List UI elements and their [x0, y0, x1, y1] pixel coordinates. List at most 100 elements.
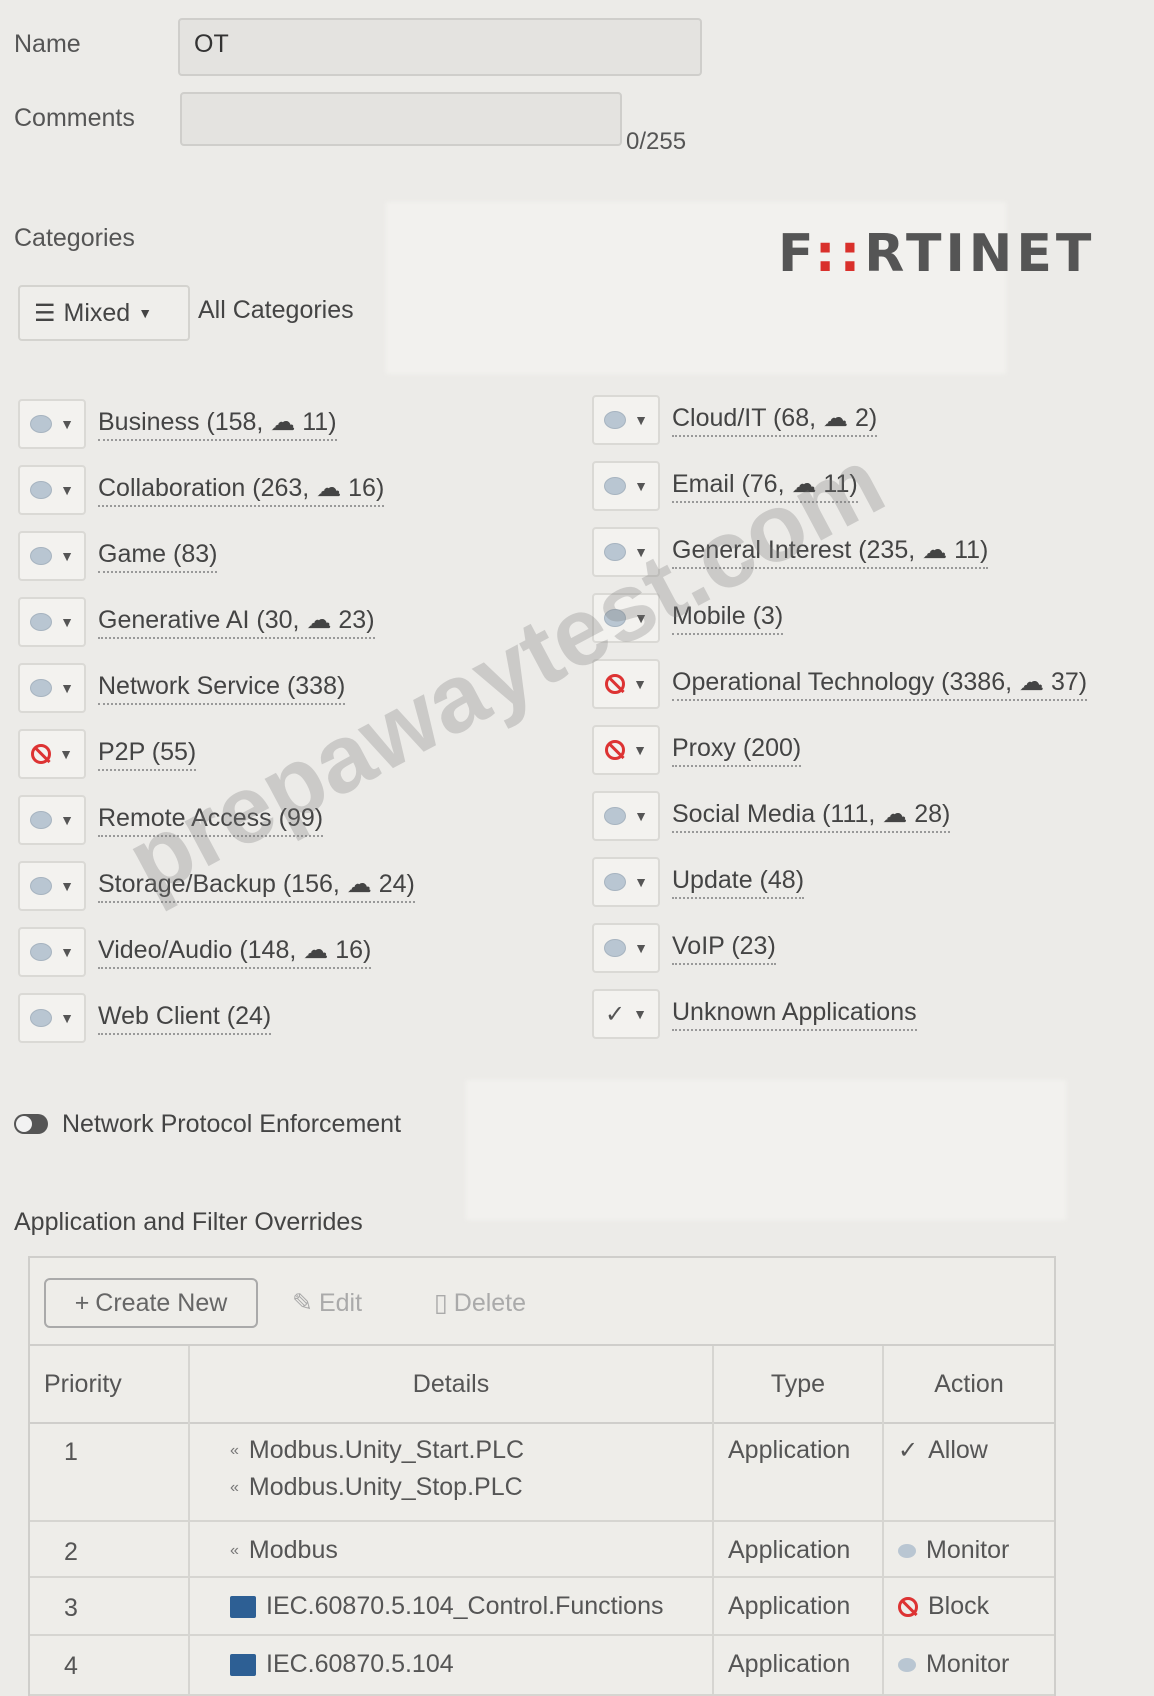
category-label[interactable]: VoIP (23)	[672, 932, 776, 965]
col-type[interactable]: Type	[714, 1346, 884, 1422]
category-label[interactable]: Business (158, ☁ 11)	[98, 407, 337, 441]
category-label[interactable]: Remote Access (99)	[98, 804, 324, 837]
category-label[interactable]: Video/Audio (148, ☁ 16)	[98, 935, 372, 969]
category-action-dropdown[interactable]: ▼	[18, 861, 86, 911]
row-priority: 3	[30, 1578, 190, 1634]
caret-down-icon: ▼	[60, 944, 74, 960]
caret-down-icon: ▼	[60, 1010, 74, 1026]
category-item: ▼ Game (83)	[18, 530, 218, 582]
category-action-dropdown[interactable]: ▼	[18, 927, 86, 977]
caret-down-icon: ▼	[634, 874, 648, 890]
category-label[interactable]: Web Client (24)	[98, 1002, 272, 1035]
monitor-icon	[30, 877, 53, 895]
category-action-dropdown[interactable]: ▼	[592, 857, 660, 907]
category-label[interactable]: Operational Technology (3386, ☁ 37)	[672, 667, 1088, 701]
row-priority: 1	[30, 1422, 190, 1520]
action-label: Block	[928, 1592, 990, 1620]
monitor-icon	[898, 1543, 916, 1558]
table-row[interactable]: 2 « Modbus Application Monitor	[30, 1522, 1054, 1578]
network-protocol-label: Network Protocol Enforcement	[62, 1110, 402, 1138]
row-action: Monitor	[884, 1522, 1054, 1576]
row-action: Block	[884, 1578, 1054, 1634]
table-row[interactable]: 1 « Modbus.Unity_Start.PLC « Modbus.Unity_St…	[30, 1422, 1054, 1522]
monitor-icon	[604, 807, 627, 825]
category-label[interactable]: Update (48)	[672, 866, 805, 899]
category-action-dropdown[interactable]: ▼	[18, 465, 86, 515]
category-action-dropdown[interactable]: ▼	[18, 993, 86, 1043]
category-label[interactable]: Collaboration (263, ☁ 16)	[98, 473, 385, 507]
comments-textarea[interactable]	[180, 92, 622, 146]
category-action-dropdown[interactable]: ▼	[592, 791, 660, 841]
mixed-label: Mixed	[63, 298, 131, 327]
stack-icon: ☰	[34, 299, 56, 327]
col-priority[interactable]: Priority	[30, 1346, 190, 1422]
name-input-value: OT	[194, 30, 229, 58]
table-row[interactable]: 4 IEC.60870.5.104 Application Monitor	[30, 1636, 1054, 1696]
caret-down-icon: ▼	[59, 746, 73, 762]
mixed-dropdown[interactable]: ☰ Mixed ▼	[18, 285, 190, 341]
category-action-dropdown[interactable]: ▼	[592, 725, 660, 775]
check-icon: ✓	[898, 1437, 919, 1464]
block-icon	[605, 674, 626, 694]
category-item: ▼ Cloud/IT (68, ☁ 2)	[592, 394, 878, 446]
category-action-dropdown[interactable]: ▼	[592, 923, 660, 973]
category-label[interactable]: Network Service (338)	[98, 672, 346, 705]
detail-text: Modbus	[248, 1536, 338, 1564]
caret-down-icon: ▼	[633, 1006, 647, 1022]
row-type: Application	[714, 1578, 884, 1634]
category-label[interactable]: Unknown Applications	[672, 998, 917, 1031]
monitor-icon	[30, 1009, 53, 1027]
col-details[interactable]: Details	[190, 1346, 714, 1422]
fortinet-logo: F::RTINET	[778, 224, 1096, 284]
category-label[interactable]: Generative AI (30, ☁ 23)	[98, 605, 375, 639]
category-label[interactable]: Email (76, ☁ 11)	[672, 469, 858, 503]
monitor-icon	[30, 547, 53, 565]
category-label[interactable]: Storage/Backup (156, ☁ 24)	[98, 869, 415, 903]
caret-down-icon: ▼	[60, 680, 74, 696]
create-new-button[interactable]: + Create New	[44, 1278, 258, 1328]
category-action-dropdown[interactable]: ▼	[592, 461, 660, 511]
row-details: IEC.60870.5.104	[190, 1636, 714, 1694]
categories-label: Categories	[14, 224, 135, 252]
category-label[interactable]: Game (83)	[98, 540, 218, 573]
edit-button[interactable]: ✎ Edit	[292, 1288, 362, 1318]
category-action-dropdown[interactable]: ▼	[592, 593, 660, 643]
name-input[interactable]: OT	[178, 18, 702, 76]
category-item: ▼ Remote Access (99)	[18, 794, 324, 846]
table-row[interactable]: 3 IEC.60870.5.104_Control.Functions Applic…	[30, 1578, 1054, 1636]
monitor-icon	[898, 1657, 916, 1672]
category-item: ▼ VoIP (23)	[592, 922, 776, 974]
category-item: ▼ Proxy (200)	[592, 724, 802, 776]
category-label[interactable]: Social Media (111, ☁ 28)	[672, 799, 951, 833]
category-action-dropdown[interactable]: ▼	[592, 527, 660, 577]
category-action-dropdown[interactable]: ▼	[18, 597, 86, 647]
row-type: Application	[714, 1522, 884, 1576]
category-label[interactable]: P2P (55)	[98, 738, 197, 771]
category-item: ▼ Storage/Backup (156, ☁ 24)	[18, 860, 415, 912]
network-protocol-toggle[interactable]	[14, 1114, 48, 1134]
monitor-icon	[604, 609, 627, 627]
category-label[interactable]: Mobile (3)	[672, 602, 784, 635]
all-categories-label: All Categories	[198, 296, 354, 324]
category-action-dropdown[interactable]: ▼	[18, 531, 86, 581]
row-action: ✓ Allow	[884, 1422, 1054, 1520]
caret-down-icon: ▼	[634, 412, 648, 428]
delete-button[interactable]: ▯ Delete	[434, 1288, 526, 1318]
row-priority: 2	[30, 1522, 190, 1576]
caret-down-icon: ▼	[634, 940, 648, 956]
category-action-dropdown[interactable]: ▼	[18, 399, 86, 449]
category-action-dropdown[interactable]: ▼	[18, 795, 86, 845]
plus-icon: +	[74, 1288, 90, 1317]
category-action-dropdown[interactable]: ▼	[18, 729, 86, 779]
caret-down-icon: ▼	[60, 548, 74, 564]
category-action-dropdown[interactable]: ▼	[592, 395, 660, 445]
category-action-dropdown[interactable]: ✓ ▼	[592, 989, 660, 1039]
category-label[interactable]: Proxy (200)	[672, 734, 802, 767]
row-type: Application	[714, 1422, 884, 1520]
category-label[interactable]: General Interest (235, ☁ 11)	[672, 535, 989, 569]
row-details: « Modbus	[190, 1522, 714, 1576]
col-action[interactable]: Action	[884, 1346, 1054, 1422]
category-action-dropdown[interactable]: ▼	[592, 659, 660, 709]
category-label[interactable]: Cloud/IT (68, ☁ 2)	[672, 403, 878, 437]
category-action-dropdown[interactable]: ▼	[18, 663, 86, 713]
